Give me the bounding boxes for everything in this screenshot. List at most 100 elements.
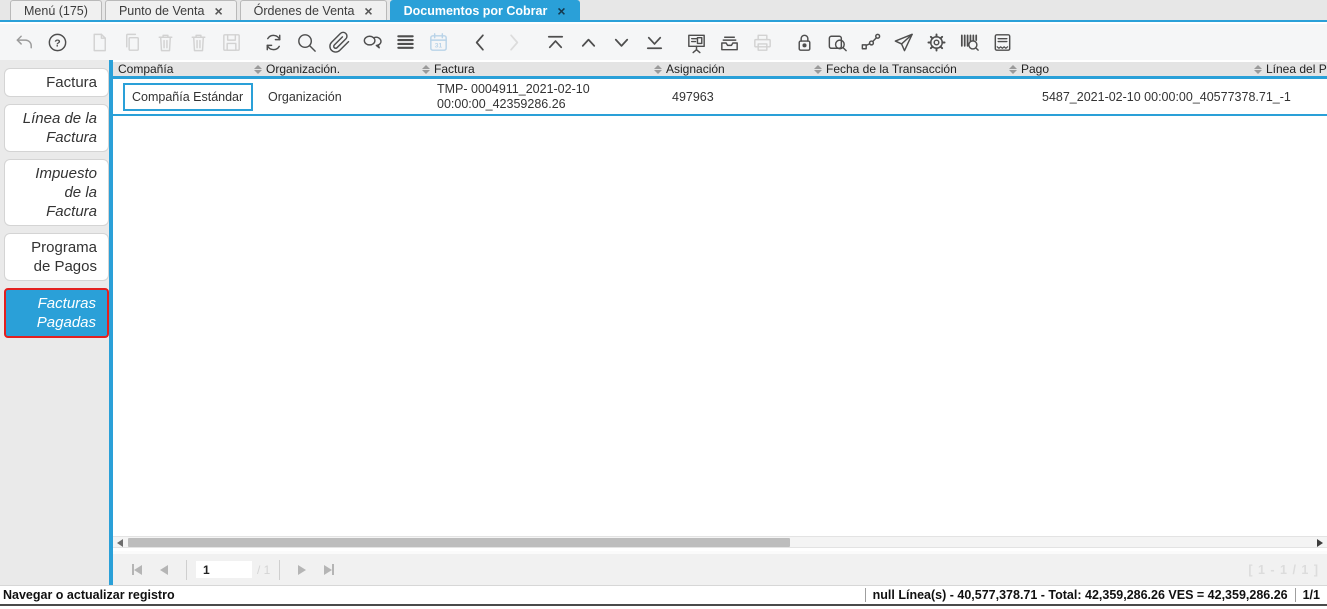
print-icon — [754, 34, 771, 51]
first-record-icon — [547, 35, 564, 48]
tab-menu[interactable]: Menú (175) — [10, 0, 102, 20]
column-header-linea-del-pago[interactable]: Línea del P — [1253, 62, 1327, 76]
up-record-button[interactable] — [572, 27, 605, 57]
previous-page-button[interactable] — [160, 564, 168, 575]
column-header-pago[interactable]: Pago — [1008, 62, 1253, 76]
status-page-indicator: 1/1 — [1302, 588, 1320, 602]
delete-record-button[interactable] — [149, 27, 182, 57]
sort-icon[interactable] — [254, 64, 262, 74]
copy-record-button[interactable] — [116, 27, 149, 57]
archive-button[interactable] — [713, 27, 746, 57]
record-range-label: [ 1 - 1 / 1 ] — [1248, 562, 1319, 577]
new-record-button[interactable] — [83, 27, 116, 57]
sort-icon[interactable] — [654, 64, 662, 74]
gear-icon — [927, 32, 946, 52]
barcode-search-icon — [960, 33, 979, 51]
cell-factura[interactable]: TMP- 0004911_2021-02-10 00:00:00_4235928… — [421, 79, 653, 114]
cell-fecha-transaccion[interactable] — [813, 79, 1008, 114]
find-button[interactable] — [290, 27, 323, 57]
column-header-factura[interactable]: Factura — [421, 62, 653, 76]
status-bar: Navegar o actualizar registro null Línea… — [0, 585, 1327, 606]
product-info-button[interactable] — [953, 27, 986, 57]
main-area: Factura Línea de la Factura Impuesto de … — [0, 60, 1327, 585]
cell-asignacion[interactable]: 497963 — [653, 79, 813, 114]
table-row[interactable]: Compañía Estándar Organización TMP- 0004… — [113, 79, 1327, 116]
sidebar-tab-factura[interactable]: Factura — [4, 68, 109, 97]
paging-bar: / 1 [ 1 - 1 / 1 ] — [113, 551, 1327, 585]
selected-cell-box[interactable]: Compañía Estándar — [123, 82, 253, 111]
column-header-fecha-transaccion[interactable]: Fecha de la Transacción — [813, 62, 1008, 76]
help-button[interactable]: ? — [41, 27, 74, 57]
chat-button[interactable] — [356, 27, 389, 57]
horizontal-scrollbar[interactable] — [113, 536, 1327, 548]
status-summary: null Línea(s) - 40,577,378.71 - Total: 4… — [872, 588, 1288, 602]
attachment-button[interactable] — [323, 27, 356, 57]
column-label: Compañía — [118, 62, 174, 76]
tab-ordenes-de-venta[interactable]: Órdenes de Venta × — [239, 0, 387, 20]
next-record-button[interactable] — [497, 27, 530, 57]
sidebar-tab-programa-de-pagos[interactable]: Programa de Pagos — [4, 233, 109, 281]
sort-icon[interactable] — [1009, 64, 1017, 74]
toolbar-group-prevnext — [464, 27, 530, 57]
refresh-icon — [266, 34, 281, 50]
last-record-button[interactable] — [638, 27, 671, 57]
page-number-input[interactable] — [196, 561, 252, 578]
column-header-organizacion[interactable]: Organización. — [253, 62, 421, 76]
sort-icon[interactable] — [814, 64, 822, 74]
undo-icon — [16, 35, 32, 48]
refresh-button[interactable] — [257, 27, 290, 57]
scroll-left-icon[interactable] — [117, 539, 123, 547]
cell-value: Compañía Estándar — [132, 89, 244, 104]
status-divider — [864, 588, 866, 602]
menu-lines-icon — [397, 34, 414, 49]
close-icon[interactable]: × — [557, 4, 565, 18]
delete-selection-button[interactable] — [182, 27, 215, 57]
toolbar-group-tools: 31 — [257, 27, 455, 57]
scrollbar-thumb[interactable] — [128, 538, 790, 547]
sort-icon[interactable] — [422, 64, 430, 74]
workflow-button[interactable] — [854, 27, 887, 57]
sidebar-tab-impuesto-de-la-factura[interactable]: Impuesto de la Factura — [4, 159, 109, 226]
lock-button[interactable] — [788, 27, 821, 57]
tab-documentos-por-cobrar-label: Documentos por Cobrar — [403, 3, 548, 18]
tab-ordenes-de-venta-label: Órdenes de Venta — [253, 3, 355, 18]
menu-lines-button[interactable] — [389, 27, 422, 57]
cell-value: Organización — [268, 89, 342, 104]
column-header-asignacion[interactable]: Asignación — [653, 62, 813, 76]
sidebar-tab-facturas-pagadas[interactable]: Facturas Pagadas — [4, 288, 109, 338]
scroll-right-icon[interactable] — [1317, 539, 1323, 547]
settings-button[interactable] — [920, 27, 953, 57]
sidebar-tab-linea-de-la-factura[interactable]: Línea de la Factura — [4, 104, 109, 152]
sort-icon[interactable] — [1254, 64, 1262, 74]
last-page-button[interactable] — [324, 564, 335, 575]
send-request-button[interactable] — [887, 27, 920, 57]
undo-button[interactable] — [8, 27, 41, 57]
cell-pago[interactable]: 5487_2021-02-10 00:00:00_40577378.71_-1 — [1008, 79, 1291, 114]
tab-menu-label: Menú (175) — [24, 3, 88, 18]
calendar-button[interactable]: 31 — [422, 27, 455, 57]
print-button[interactable] — [746, 27, 779, 57]
cell-compania[interactable]: Compañía Estándar — [113, 79, 253, 114]
cell-organizacion[interactable]: Organización — [253, 79, 421, 114]
tab-documentos-por-cobrar[interactable]: Documentos por Cobrar × — [389, 0, 580, 20]
close-icon[interactable]: × — [214, 4, 222, 18]
first-page-button[interactable] — [132, 564, 142, 575]
first-record-button[interactable] — [539, 27, 572, 57]
find-icon — [298, 33, 316, 52]
cell-value: 5487_2021-02-10 00:00:00_40577378.71_-1 — [1042, 89, 1291, 104]
column-label: Pago — [1021, 62, 1050, 76]
save-button[interactable] — [215, 27, 248, 57]
next-page-button[interactable] — [298, 564, 307, 575]
close-icon[interactable]: × — [364, 4, 372, 18]
down-record-button[interactable] — [605, 27, 638, 57]
chevron-down-icon — [614, 38, 629, 47]
previous-record-button[interactable] — [464, 27, 497, 57]
detail-panel-button[interactable] — [680, 27, 713, 57]
tab-punto-de-venta[interactable]: Punto de Venta × — [104, 0, 237, 20]
toolbar-group-nav — [539, 27, 671, 57]
column-header-compania[interactable]: Compañía — [113, 62, 253, 76]
report-button[interactable] — [986, 27, 1019, 57]
send-icon — [894, 33, 913, 51]
zoom-across-button[interactable] — [821, 27, 854, 57]
next-record-icon — [510, 33, 519, 51]
